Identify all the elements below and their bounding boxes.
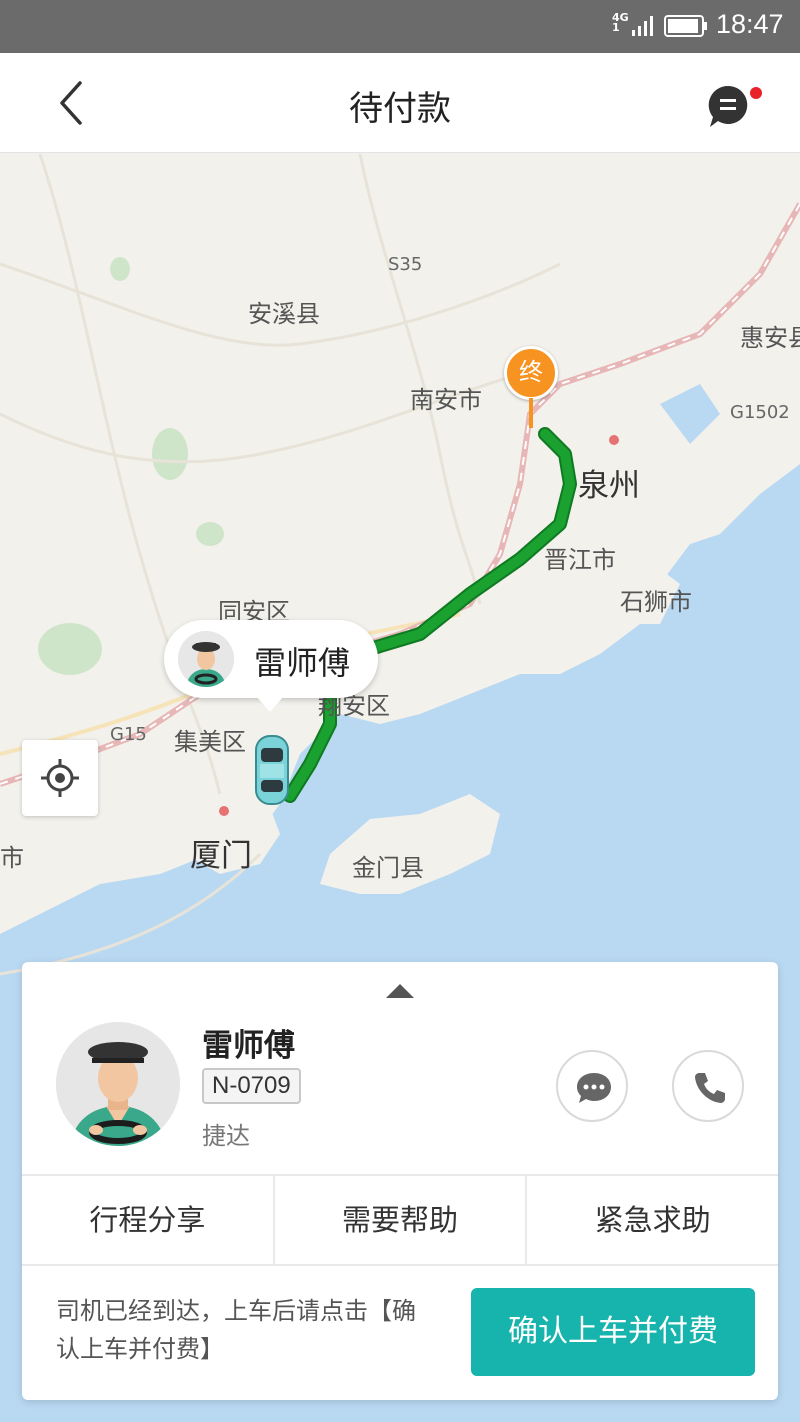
clock: 18:47 bbox=[716, 9, 784, 39]
phone-icon bbox=[695, 1073, 725, 1103]
place-label-huian: 惠安县 bbox=[740, 324, 800, 352]
destination-pin-stem bbox=[529, 398, 533, 428]
status-bar: 4G 1 18:47 bbox=[0, 0, 800, 53]
locate-icon bbox=[41, 759, 79, 797]
car-icon bbox=[255, 735, 289, 805]
road-label-s35: S35 bbox=[388, 254, 423, 275]
expand-arrow-icon[interactable] bbox=[386, 984, 414, 998]
arrival-notice: 司机已经到达，上车后请点击【确认上车并付费】 bbox=[56, 1297, 416, 1363]
place-label-jinmen: 金门县 bbox=[352, 854, 424, 882]
car-model: 捷达 bbox=[202, 1122, 250, 1150]
place-label-nanan: 南安市 bbox=[410, 386, 482, 414]
battery-icon bbox=[664, 15, 707, 37]
place-label-xiamen: 厦门 bbox=[190, 838, 252, 874]
place-label-shi: 市 bbox=[0, 844, 24, 872]
confirm-boarding-pay-button[interactable]: 确认上车并付费 bbox=[471, 1288, 755, 1376]
driver-location-bubble[interactable]: 雷师傅 bbox=[164, 620, 378, 712]
action-bar: 行程分享 需要帮助 紧急求助 bbox=[22, 1174, 778, 1266]
destination-marker[interactable]: 终 bbox=[504, 346, 558, 436]
driver-avatar bbox=[56, 1022, 180, 1146]
driver-bubble-name: 雷师傅 bbox=[254, 644, 351, 682]
chat-driver-button[interactable] bbox=[556, 1050, 628, 1122]
destination-pin: 终 bbox=[504, 346, 558, 400]
trip-info-card: 雷师傅 N-0709 捷达 行程分享 需要帮助 紧急求助 司机已经到达，上车后请… bbox=[22, 962, 778, 1400]
license-plate: N-0709 bbox=[202, 1068, 301, 1104]
network-type: 4G 1 bbox=[612, 11, 629, 34]
top-bar: 待付款 bbox=[0, 53, 800, 153]
driver-avatar-icon bbox=[56, 1022, 180, 1146]
page-title: 待付款 bbox=[349, 89, 451, 129]
chat-bubble-icon bbox=[577, 1073, 611, 1103]
need-help-button[interactable]: 需要帮助 bbox=[275, 1176, 528, 1264]
road-label-g15: G15 bbox=[110, 724, 147, 745]
locate-me-button[interactable] bbox=[22, 740, 98, 816]
place-label-jinjiang: 晋江市 bbox=[544, 546, 616, 574]
place-label-jimei: 集美区 bbox=[174, 728, 246, 756]
place-label-quanzhou: 泉州 bbox=[578, 468, 640, 504]
place-label-anxi: 安溪县 bbox=[248, 300, 320, 328]
signal-icon bbox=[632, 16, 653, 36]
driver-avatar-small-icon bbox=[178, 631, 234, 687]
emergency-help-button[interactable]: 紧急求助 bbox=[527, 1176, 778, 1264]
place-label-shishi: 石狮市 bbox=[620, 588, 692, 616]
road-label-g1502: G1502 bbox=[730, 402, 790, 423]
message-icon[interactable] bbox=[706, 83, 764, 129]
call-driver-button[interactable] bbox=[672, 1050, 744, 1122]
driver-avatar-small bbox=[178, 631, 234, 687]
trip-share-button[interactable]: 行程分享 bbox=[22, 1176, 275, 1264]
driver-name: 雷师傅 bbox=[202, 1028, 295, 1064]
